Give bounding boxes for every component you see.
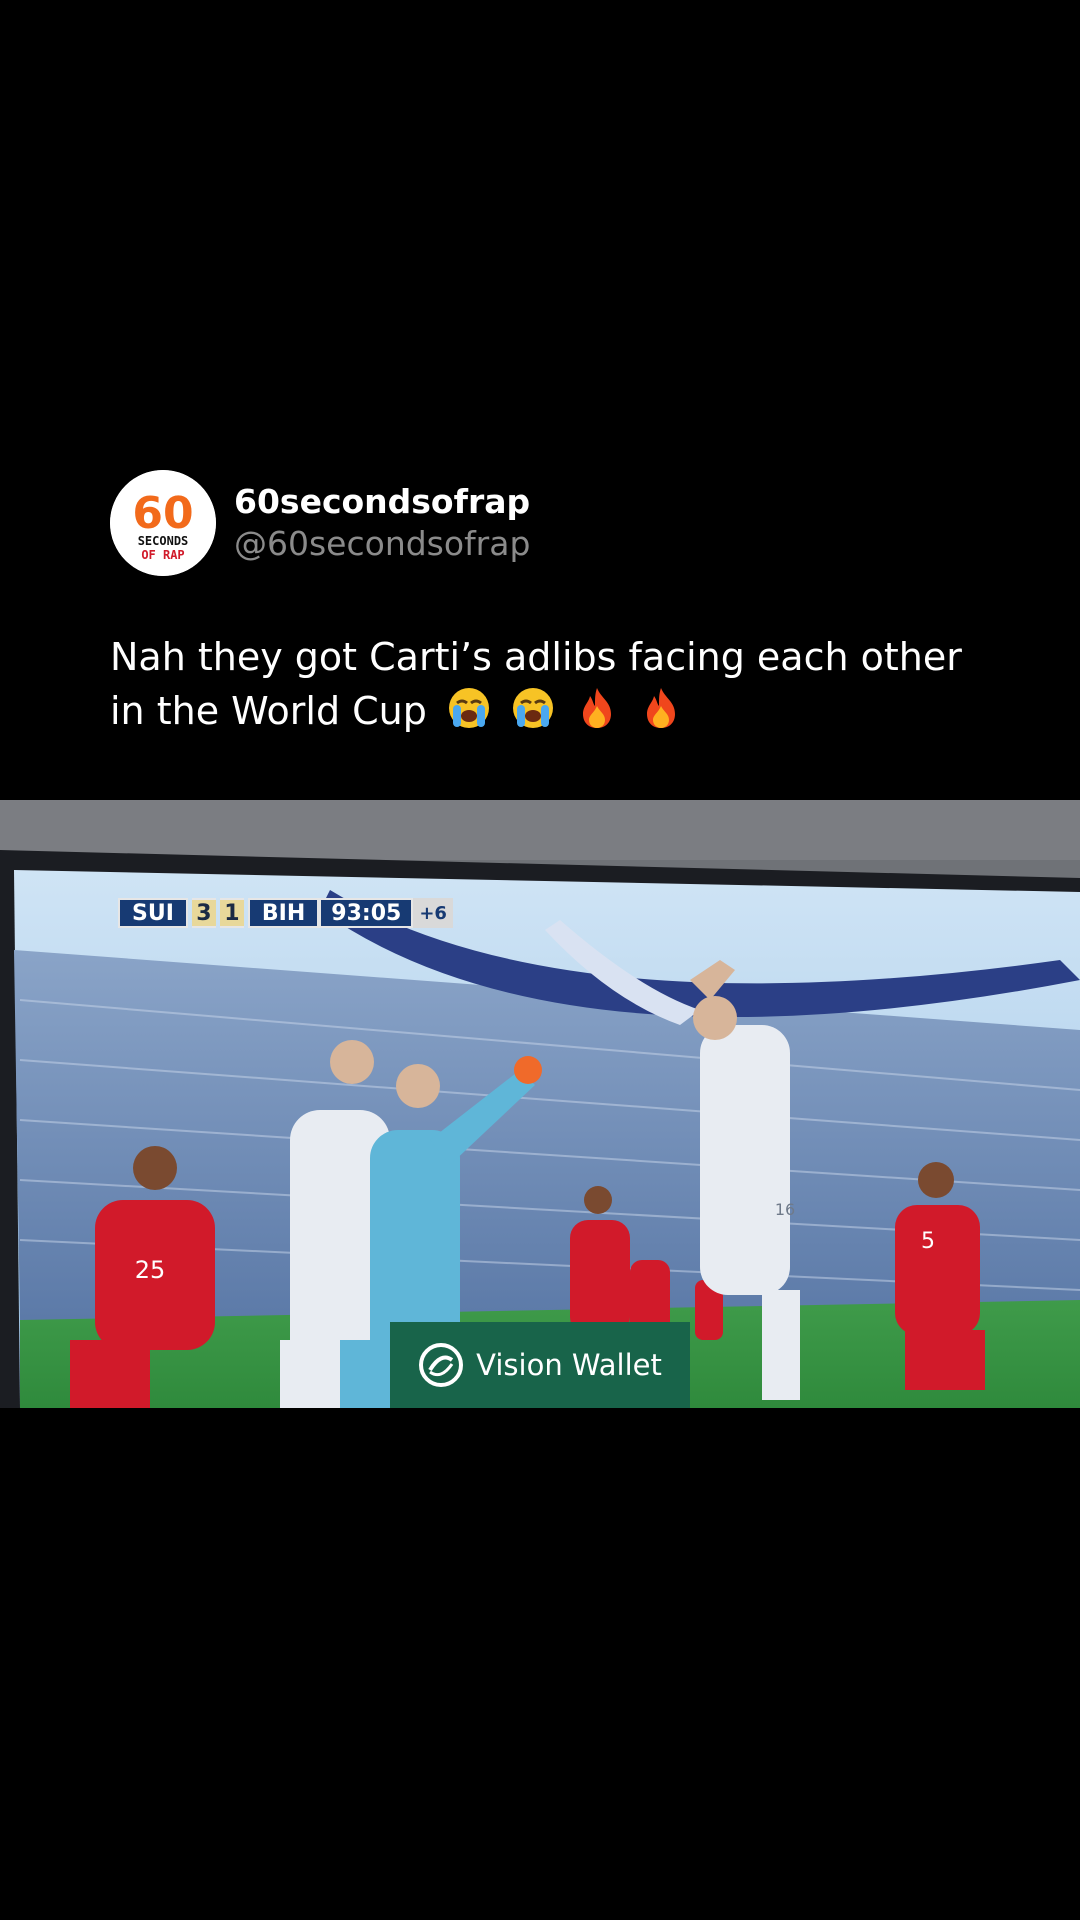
avatar-line-3: OF RAP (141, 548, 184, 562)
sponsor-label: Vision Wallet (476, 1348, 662, 1382)
match-clock: 93:05 (319, 898, 414, 928)
fire-icon (583, 688, 612, 728)
user-handle[interactable]: @60secondsofrap (234, 523, 530, 565)
away-score: 1 (219, 898, 244, 928)
post-header: 60 SECONDS OF RAP 60secondsofrap @60seco… (110, 470, 530, 576)
video-frame: 25 5 16 (0, 800, 1080, 1408)
user-block: 60secondsofrap @60secondsofrap (234, 481, 530, 565)
sponsor-badge[interactable]: Vision Wallet (390, 1322, 690, 1408)
avatar-number: 60 (132, 488, 193, 539)
scoreboard: SUI 3 1 BIH 93:05 +6 (118, 898, 453, 928)
vision-wallet-logo-icon (419, 1343, 464, 1387)
away-team: BIH (247, 898, 320, 928)
avatar-line-2: SECONDS (138, 534, 189, 548)
video-player[interactable]: 25 5 16 (0, 800, 1080, 1408)
fire-icon (647, 688, 676, 728)
avatar[interactable]: 60 SECONDS OF RAP (110, 470, 216, 576)
player-number: 25 (135, 1256, 166, 1284)
loudly-crying-face-icon (513, 688, 554, 728)
loudly-crying-face-icon (448, 688, 489, 728)
added-time: +6 (413, 898, 453, 928)
player-number: 5 (921, 1229, 935, 1254)
home-score: 3 (191, 898, 216, 928)
display-name[interactable]: 60secondsofrap (234, 481, 530, 523)
player-number: 16 (775, 1200, 795, 1219)
post-text: Nah they got Carti’s adlibs facing each … (110, 630, 990, 738)
avatar-logo-icon: 60 SECONDS OF RAP (110, 470, 216, 576)
home-team: SUI (118, 898, 188, 928)
